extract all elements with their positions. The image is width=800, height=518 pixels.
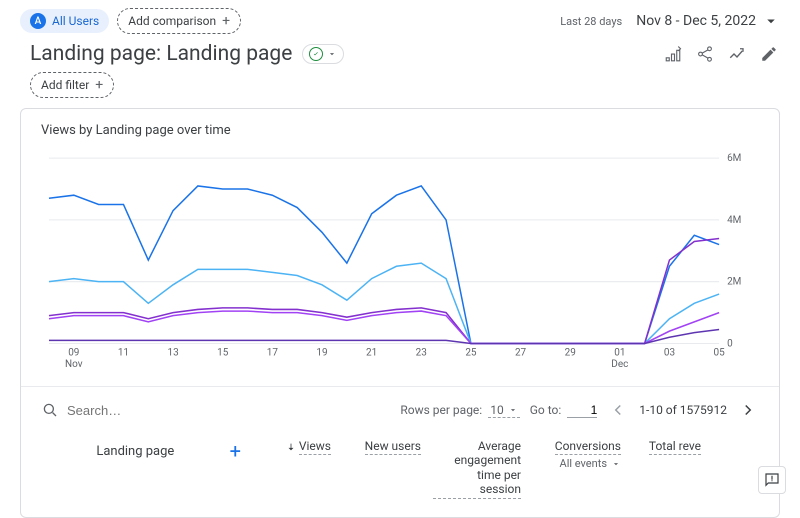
chevron-down-icon [762, 12, 780, 30]
svg-text:23: 23 [416, 348, 427, 359]
svg-text:01: 01 [614, 348, 625, 359]
svg-text:2M: 2M [727, 277, 741, 288]
svg-text:Nov: Nov [65, 359, 83, 370]
column-avg-engagement[interactable]: Average engagement time per session [421, 439, 521, 499]
svg-text:19: 19 [316, 348, 327, 359]
check-circle-icon [309, 47, 323, 61]
plus-icon: + [222, 13, 230, 29]
edit-button[interactable] [758, 43, 780, 65]
pagination-info: 1-10 of 1575912 [639, 403, 727, 417]
card-title: Views by Landing page over time [21, 109, 779, 144]
column-views[interactable]: Views [241, 439, 331, 456]
column-total-revenue-label: Total reve [649, 439, 701, 455]
add-comparison-button[interactable]: Add comparison + [117, 8, 241, 34]
add-filter-label: Add filter [41, 78, 89, 92]
segment-badge-a: A [30, 13, 46, 29]
rows-per-page-label: Rows per page: [400, 403, 482, 417]
page-title: Landing page: Landing page [30, 42, 292, 66]
svg-text:11: 11 [118, 348, 129, 359]
rows-per-page-value: 10 [490, 403, 504, 417]
date-range-value: Nov 8 - Dec 5, 2022 [636, 13, 756, 29]
feedback-button[interactable] [758, 466, 786, 494]
column-new-users[interactable]: New users [331, 439, 421, 455]
svg-text:29: 29 [565, 348, 576, 359]
column-conversions-sub[interactable]: All events [521, 457, 621, 470]
trend-icon [728, 45, 746, 63]
svg-text:27: 27 [515, 348, 527, 359]
add-dimension-button[interactable]: + [230, 439, 241, 463]
svg-text:21: 21 [366, 348, 377, 359]
chevron-down-icon [508, 405, 518, 415]
segment-label: All Users [52, 14, 99, 28]
top-bar: A All Users Add comparison + Last 28 day… [0, 0, 800, 38]
svg-text:15: 15 [217, 348, 229, 359]
svg-text:4M: 4M [727, 215, 741, 226]
next-page-button[interactable] [737, 399, 759, 421]
column-total-revenue[interactable]: Total reve [621, 439, 701, 455]
report-edit-icon [664, 45, 682, 63]
goto-input[interactable] [567, 403, 597, 418]
column-conversions[interactable]: Conversions All events [521, 439, 621, 470]
rows-per-page-select[interactable]: 10 [488, 403, 520, 418]
sort-descending-icon [286, 442, 296, 452]
svg-text:05: 05 [714, 348, 726, 359]
svg-text:25: 25 [465, 348, 477, 359]
segment-all-users[interactable]: A All Users [20, 9, 109, 33]
pencil-icon [760, 45, 778, 63]
customize-report-button[interactable] [662, 43, 684, 65]
goto-page: Go to: [530, 403, 598, 418]
chevron-right-icon [739, 401, 757, 419]
add-filter-button[interactable]: Add filter + [30, 72, 114, 98]
svg-text:Dec: Dec [611, 359, 628, 370]
table-toolbar: Rows per page: 10 Go to: 1-10 of 1575912 [21, 386, 779, 429]
svg-text:09: 09 [68, 348, 79, 359]
search-wrap [41, 401, 390, 419]
report-card: Views by Landing page over time 02M4M6M0… [20, 108, 780, 518]
add-comparison-label: Add comparison [128, 14, 216, 28]
title-bar: Landing page: Landing page [0, 38, 800, 70]
search-icon [41, 401, 59, 419]
svg-text:6M: 6M [727, 153, 741, 164]
rows-per-page: Rows per page: 10 [400, 403, 519, 418]
svg-text:17: 17 [267, 348, 279, 359]
svg-text:13: 13 [167, 348, 178, 359]
table-header-row: Landing page + Views New users Average e… [21, 429, 779, 517]
svg-text:03: 03 [664, 348, 675, 359]
chat-bubble-icon [763, 471, 781, 489]
plus-icon: + [95, 77, 103, 93]
column-views-label: Views [299, 439, 331, 455]
column-new-users-label: New users [365, 439, 421, 455]
prev-page-button[interactable] [607, 399, 629, 421]
insights-button[interactable] [726, 43, 748, 65]
line-chart: 0 2M 4M 6M 09Nov 11 13 15 17 19 21 23 25 27 29 01Dec 03 0… [21, 144, 779, 374]
status-chip[interactable] [302, 44, 344, 64]
date-range-label: Last 28 days [560, 15, 622, 28]
chevron-down-icon [611, 459, 621, 469]
chevron-left-icon [609, 401, 627, 419]
column-avg-engagement-label: Average engagement time per session [433, 439, 521, 499]
column-landing-page[interactable]: Landing page + [41, 439, 241, 463]
chevron-down-icon [327, 49, 337, 59]
share-icon [696, 45, 714, 63]
column-conversions-label: Conversions [555, 439, 621, 455]
svg-text:0: 0 [727, 338, 733, 349]
search-input[interactable] [67, 403, 187, 418]
filter-bar: Add filter + [0, 70, 800, 108]
share-button[interactable] [694, 43, 716, 65]
column-landing-page-label: Landing page [41, 444, 230, 459]
goto-label: Go to: [530, 403, 562, 417]
date-range-picker[interactable]: Nov 8 - Dec 5, 2022 [636, 12, 780, 30]
